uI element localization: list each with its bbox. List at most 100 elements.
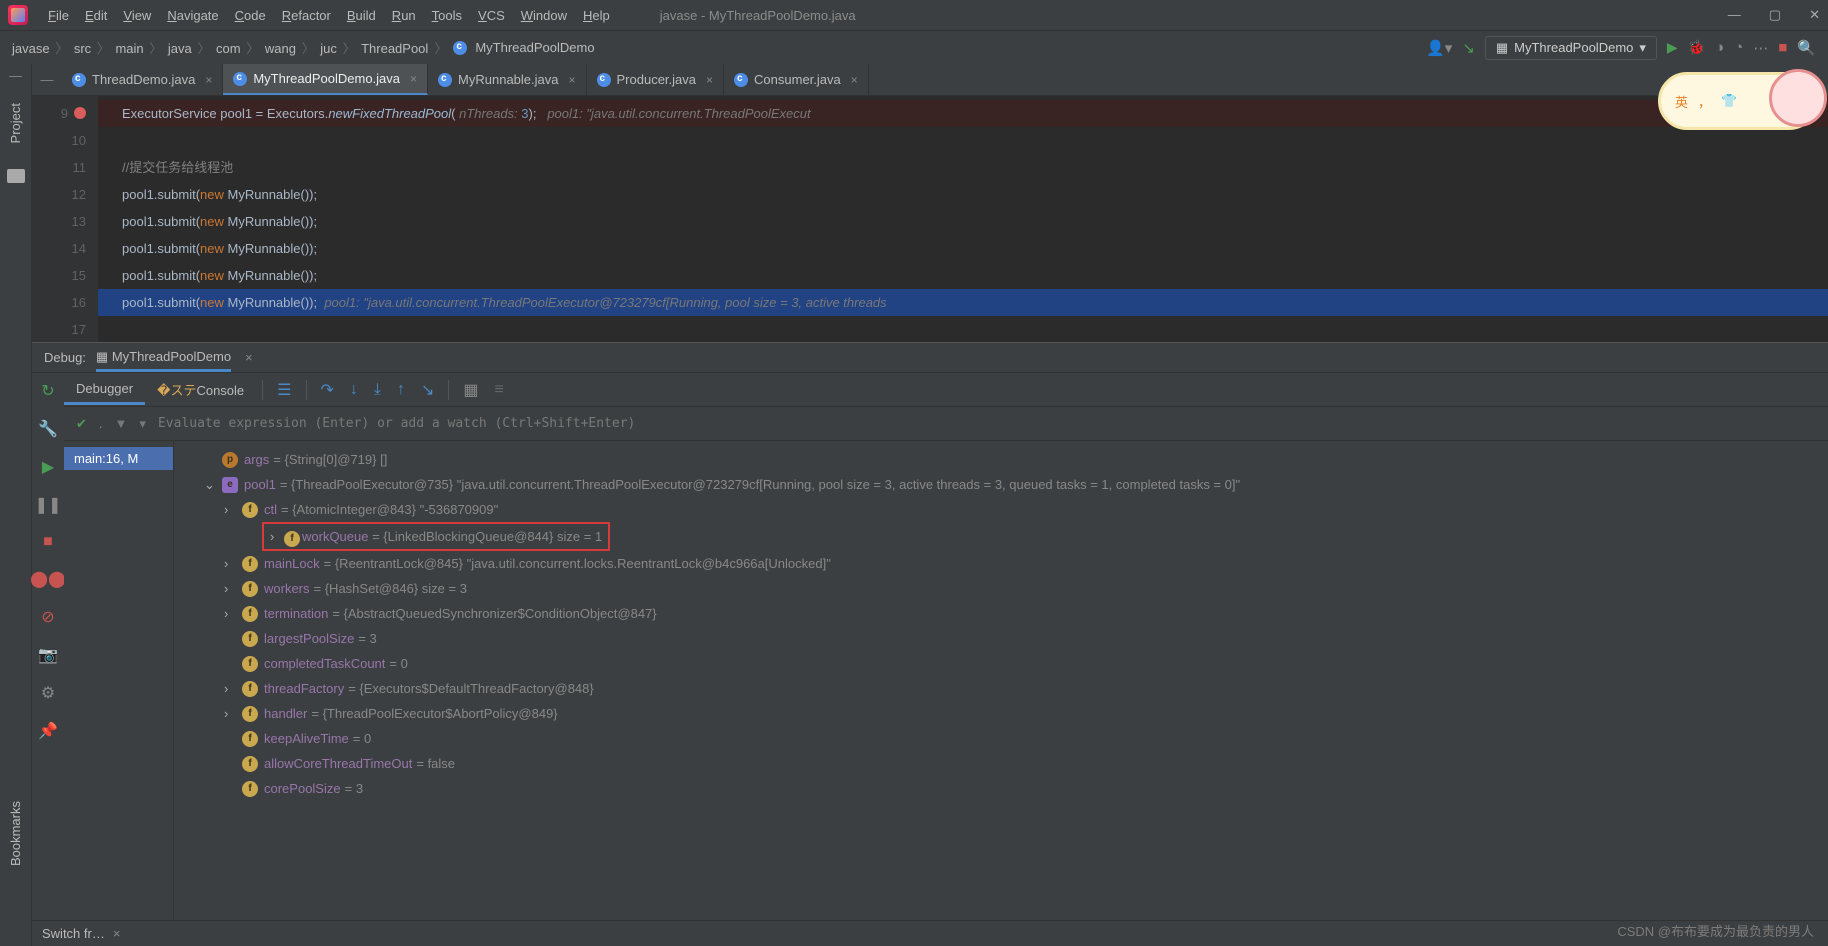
profile-icon[interactable]: ◔ xyxy=(1734,39,1743,56)
variable-row[interactable]: fkeepAliveTime = 0 xyxy=(184,726,1818,751)
coverage-icon[interactable]: ◑ xyxy=(1715,39,1724,56)
menu-build[interactable]: Build xyxy=(339,5,384,26)
expression-input[interactable]: Evaluate expression (Enter) or add a wat… xyxy=(158,416,635,431)
modify-run-icon[interactable]: 🔧 xyxy=(38,419,58,439)
menu-window[interactable]: Window xyxy=(513,5,575,26)
debug-session-tab[interactable]: ▦ MyThreadPoolDemo xyxy=(96,349,231,372)
stack-frame[interactable]: main:16, M xyxy=(64,447,173,470)
maximize-icon[interactable]: ▢ xyxy=(1769,7,1781,23)
breadcrumb-item[interactable]: com xyxy=(216,41,241,56)
breadcrumb-item[interactable]: juc xyxy=(320,41,337,56)
tab-close-icon[interactable]: × xyxy=(851,73,858,87)
switch-close-icon[interactable]: × xyxy=(113,926,121,941)
console-tab[interactable]: �ステConsole xyxy=(145,374,256,405)
status-bar: Switch fr… × xyxy=(32,920,1828,946)
step-into-icon[interactable]: ↓ xyxy=(342,381,366,399)
filter-icon[interactable]: ▼ xyxy=(115,416,128,431)
menu-vcs[interactable]: VCS xyxy=(470,5,513,26)
breadcrumb-item[interactable]: java xyxy=(168,41,192,56)
code-area[interactable]: 91011121314151617 ExecutorService pool1 … xyxy=(32,96,1828,342)
variable-row[interactable]: ›fworkQueue = {LinkedBlockingQueue@844} … xyxy=(184,522,1818,551)
resume-icon[interactable]: ▶ xyxy=(42,457,54,477)
minimize-icon[interactable]: — xyxy=(1728,7,1741,23)
stop-debug-icon[interactable]: ■ xyxy=(43,533,53,551)
breadcrumb-item[interactable]: ThreadPool xyxy=(361,41,428,56)
attach-icon[interactable]: ⋯ xyxy=(1753,39,1768,57)
variable-row[interactable]: fcorePoolSize = 3 xyxy=(184,776,1818,801)
frames-panel[interactable]: main:16, M xyxy=(64,441,174,920)
breadcrumb-active[interactable]: MyThreadPoolDemo xyxy=(475,40,594,55)
variable-row[interactable]: ›fworkers = {HashSet@846} size = 3 xyxy=(184,576,1818,601)
menu-navigate[interactable]: Navigate xyxy=(159,5,226,26)
run-config-selector[interactable]: ▦ MyThreadPoolDemo ▾ xyxy=(1485,36,1657,60)
variable-row[interactable]: ›fctl = {AtomicInteger@843} "-536870909" xyxy=(184,497,1818,522)
update-icon[interactable]: ↘ xyxy=(1462,39,1475,57)
variable-row[interactable]: fallowCoreThreadTimeOut = false xyxy=(184,751,1818,776)
force-step-into-icon[interactable]: ⤓ xyxy=(366,381,389,399)
camera-icon[interactable]: 📷 xyxy=(38,645,58,665)
ime-mascot[interactable]: 英 ， 👕 xyxy=(1658,72,1818,130)
menu-code[interactable]: Code xyxy=(227,5,274,26)
debug-icon[interactable]: 🐞 xyxy=(1688,39,1705,56)
mascot-face-icon xyxy=(1769,69,1827,127)
menu-file[interactable]: File xyxy=(40,5,77,26)
rerun-icon[interactable]: ↻ xyxy=(41,381,54,401)
project-tool-button[interactable]: Project xyxy=(8,97,23,149)
switch-frame-button[interactable]: Switch fr… xyxy=(42,926,105,941)
variable-row[interactable]: ⌄epool1 = {ThreadPoolExecutor@735} "java… xyxy=(184,472,1818,497)
dropdown-icon[interactable]: ▾ xyxy=(139,416,146,432)
variable-row[interactable]: flargestPoolSize = 3 xyxy=(184,626,1818,651)
variable-row[interactable]: ›fthreadFactory = {Executors$DefaultThre… xyxy=(184,676,1818,701)
editor-tab[interactable]: ThreadDemo.java× xyxy=(62,64,223,95)
user-icon[interactable]: 👤▾ xyxy=(1426,39,1452,57)
menu-refactor[interactable]: Refactor xyxy=(274,5,339,26)
pause-icon[interactable]: ❚❚ xyxy=(35,495,62,515)
collapse-gutter-icon[interactable]: — xyxy=(41,72,54,87)
menu-tools[interactable]: Tools xyxy=(424,5,470,26)
menu-edit[interactable]: Edit xyxy=(77,5,115,26)
run-icon[interactable]: ▶ xyxy=(1667,39,1678,56)
breadcrumb-item[interactable]: javase xyxy=(12,41,50,56)
editor-tab[interactable]: Producer.java× xyxy=(587,64,725,95)
editor-tab[interactable]: MyRunnable.java× xyxy=(428,64,586,95)
tab-close-icon[interactable]: × xyxy=(569,73,576,87)
step-out-icon[interactable]: ↑ xyxy=(389,381,413,399)
apply-icon[interactable]: ✔ xyxy=(76,416,87,432)
search-icon[interactable]: 🔍 xyxy=(1797,39,1816,57)
menu-help[interactable]: Help xyxy=(575,5,618,26)
mute-breakpoints-icon[interactable]: ⊘ xyxy=(41,607,54,627)
bookmarks-tool-button[interactable]: Bookmarks xyxy=(8,801,23,866)
run-to-cursor-icon[interactable]: ↘ xyxy=(413,380,442,400)
pin-icon[interactable]: 📌 xyxy=(38,721,58,741)
evaluate-icon[interactable]: ▦ xyxy=(455,380,486,400)
settings-icon[interactable]: ⚙ xyxy=(41,683,55,703)
frames-icon[interactable]: ☰ xyxy=(269,380,299,400)
breadcrumb-item[interactable]: src xyxy=(74,41,91,56)
trace-icon[interactable]: ≡ xyxy=(487,381,512,399)
breadcrumb-item[interactable]: main xyxy=(115,41,143,56)
breadcrumb-item[interactable]: wang xyxy=(265,41,296,56)
variables-panel[interactable]: pargs = {String[0]@719} []⌄epool1 = {Thr… xyxy=(174,441,1828,920)
variable-row[interactable]: ›ftermination = {AbstractQueuedSynchroni… xyxy=(184,601,1818,626)
code-lines[interactable]: ExecutorService pool1 = Executors.newFix… xyxy=(98,96,1828,342)
editor-tab[interactable]: MyThreadPoolDemo.java× xyxy=(223,64,428,95)
debugger-tab[interactable]: Debugger xyxy=(64,375,145,405)
structure-icon[interactable] xyxy=(7,169,25,183)
variable-row[interactable]: ›fmainLock = {ReentrantLock@845} "java.u… xyxy=(184,551,1818,576)
tab-close-icon[interactable]: × xyxy=(706,73,713,87)
session-close-icon[interactable]: × xyxy=(245,350,253,365)
variable-row[interactable]: ›fhandler = {ThreadPoolExecutor$AbortPol… xyxy=(184,701,1818,726)
variable-row[interactable]: fcompletedTaskCount = 0 xyxy=(184,651,1818,676)
view-breakpoints-icon[interactable]: ⬤⬤ xyxy=(30,569,66,589)
menu-run[interactable]: Run xyxy=(384,5,424,26)
step-over-icon[interactable]: ↷ xyxy=(313,380,342,400)
menu-view[interactable]: View xyxy=(115,5,159,26)
editor-tab[interactable]: Consumer.java× xyxy=(724,64,869,95)
tab-close-icon[interactable]: × xyxy=(410,72,417,86)
stop-icon[interactable]: ■ xyxy=(1778,39,1787,56)
variable-row[interactable]: pargs = {String[0]@719} [] xyxy=(184,447,1818,472)
field-icon: f xyxy=(242,656,258,672)
collapse-icon[interactable]: — xyxy=(9,68,22,83)
tab-close-icon[interactable]: × xyxy=(205,73,212,87)
close-window-icon[interactable]: ✕ xyxy=(1809,7,1820,23)
